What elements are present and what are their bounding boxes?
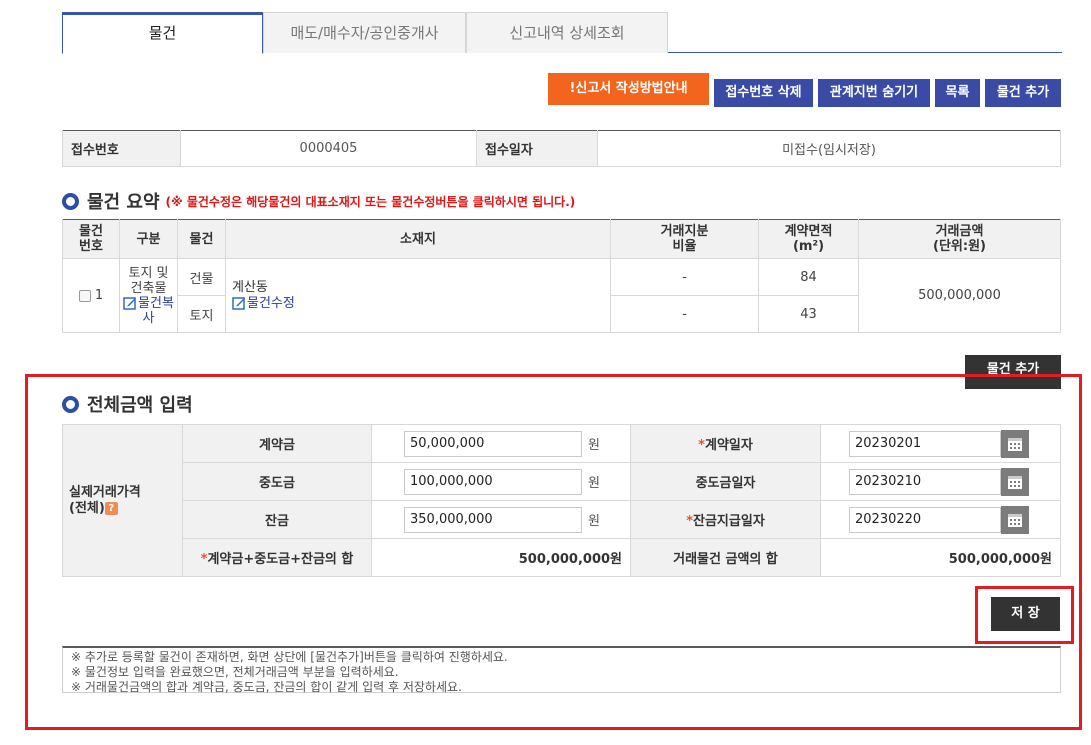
tab-report-detail[interactable]: 신고내역 상세조회: [466, 12, 668, 53]
col-item: 물건: [177, 219, 226, 259]
amount-table: 실제거래가격 (전체)? 계약금 50,000,000 원 *계약일자 202302…: [62, 424, 1061, 577]
balance-date-input[interactable]: 20230220: [849, 506, 1001, 533]
notes-box: ※ 추가로 등록할 물건이 존재하면, 화면 상단에 [물건추가]버튼을 클릭하…: [62, 646, 1061, 694]
summary-title: 물건 요약 (※ 물건수정은 해당물건의 대표소재지 또는 물건수정버튼을 클릭…: [62, 188, 575, 214]
col-area: 계약면적 (m²): [758, 219, 859, 259]
col-category: 구분: [119, 219, 178, 259]
balance-input[interactable]: 350,000,000: [404, 506, 582, 533]
col-location: 소재지: [225, 219, 611, 259]
trade-sum-label: 거래물건 금액의 합: [630, 538, 821, 577]
row-category: 토지 및 건축물 물건복사: [119, 258, 178, 333]
summary-notice: (※ 물건수정은 해당물건의 대표소재지 또는 물건수정버튼을 클릭하시면 됩니…: [165, 194, 576, 209]
receipt-no-label: 접수번호: [62, 130, 181, 167]
col-price: 거래금액 (단위:원): [858, 219, 1061, 259]
receipt-date-value: 미접수(임시저장): [597, 130, 1061, 167]
copy-item-link[interactable]: 물건복사: [122, 296, 175, 326]
sum-label: *계약금+중도금+잔금의 합: [182, 538, 372, 577]
middle-payment-label: 중도금: [182, 462, 372, 501]
col-no: 물건 번호: [62, 219, 120, 259]
amount-title-text: 전체금액 입력: [87, 395, 193, 416]
contract-date-input[interactable]: 20230201: [849, 430, 1001, 457]
middle-payment-cell: 100,000,000 원: [371, 462, 631, 501]
row-share-building: -: [610, 258, 759, 296]
middle-date-cell: 20230210: [820, 462, 1061, 501]
contract-date-label: *계약일자: [630, 424, 821, 463]
edit-icon: [232, 297, 245, 310]
row-share-land: -: [610, 295, 759, 333]
tab-bar: 물건 매도/매수자/공인중개사 신고내역 상세조회: [62, 12, 1062, 54]
summary-title-text: 물건 요약: [87, 192, 160, 213]
receipt-no-value: 0000405: [180, 130, 477, 167]
note-line: ※ 거래물건금액의 합과 계약금, 중도금, 잔금의 합이 같게 입력 후 저장…: [71, 680, 462, 694]
calendar-icon[interactable]: [1001, 505, 1029, 534]
add-item-button[interactable]: 물건 추가: [985, 79, 1061, 107]
contract-date-cell: 20230201: [820, 424, 1061, 463]
row-item-land: 토지: [177, 295, 226, 333]
tab-parties[interactable]: 매도/매수자/공인중개사: [263, 12, 466, 53]
balance-cell: 350,000,000 원: [371, 500, 631, 539]
down-payment-input[interactable]: 50,000,000: [404, 430, 582, 457]
amount-title: 전체금액 입력: [62, 391, 193, 417]
save-button[interactable]: 저 장: [991, 597, 1060, 631]
balance-label: 잔금: [182, 500, 372, 539]
calendar-icon[interactable]: [1001, 467, 1029, 496]
balance-date-cell: 20230220: [820, 500, 1061, 539]
row-area-land: 43: [758, 295, 859, 333]
down-payment-label: 계약금: [182, 424, 372, 463]
item-summary-table: 물건 번호 구분 물건 소재지 거래지분 비율 계약면적 (m²) 거래금액 (단위:원…: [62, 219, 1061, 333]
help-icon[interactable]: ?: [104, 501, 118, 515]
note-line: ※ 추가로 등록할 물건이 존재하면, 화면 상단에 [물건추가]버튼을 클릭하…: [71, 650, 508, 664]
actual-price-label: 실제거래가격 (전체)?: [62, 424, 183, 577]
calendar-icon[interactable]: [1001, 429, 1029, 458]
edit-item-link[interactable]: 물건수정: [232, 296, 610, 312]
location-link[interactable]: 계산동: [232, 280, 610, 296]
circle-bullet-icon: [62, 192, 79, 210]
middle-date-input[interactable]: 20230210: [849, 468, 1001, 495]
receipt-info-table: 접수번호 0000405 접수일자 미접수(임시저장): [62, 130, 1061, 167]
tab-item[interactable]: 물건: [62, 12, 263, 54]
row-item-building: 건물: [177, 258, 226, 296]
balance-date-label: *잔금지급일자: [630, 500, 821, 539]
list-button[interactable]: 목록: [935, 79, 980, 107]
circle-bullet-icon: [62, 395, 79, 413]
row-price: 500,000,000: [858, 258, 1061, 333]
delete-receipt-button[interactable]: 접수번호 삭제: [714, 79, 813, 107]
middle-date-label: 중도금일자: [630, 462, 821, 501]
row-number: 1: [62, 258, 120, 333]
row-location: 계산동 물건수정: [225, 258, 611, 333]
edit-icon: [123, 297, 137, 310]
row-area-building: 84: [758, 258, 859, 296]
row-checkbox[interactable]: [78, 289, 91, 302]
middle-payment-input[interactable]: 100,000,000: [404, 468, 582, 495]
sum-value: 500,000,000원: [371, 538, 631, 577]
hide-lot-button[interactable]: 관계지번 숨기기: [818, 79, 930, 107]
down-payment-cell: 50,000,000 원: [371, 424, 631, 463]
col-share: 거래지분 비율: [610, 219, 759, 259]
trade-sum-value: 500,000,000원: [820, 538, 1061, 577]
note-line: ※ 물건정보 입력을 완료했으면, 전체거래금액 부분을 입력하세요.: [71, 665, 399, 679]
receipt-date-label: 접수일자: [476, 130, 598, 167]
guide-button[interactable]: !신고서 작성방법안내: [548, 73, 709, 105]
